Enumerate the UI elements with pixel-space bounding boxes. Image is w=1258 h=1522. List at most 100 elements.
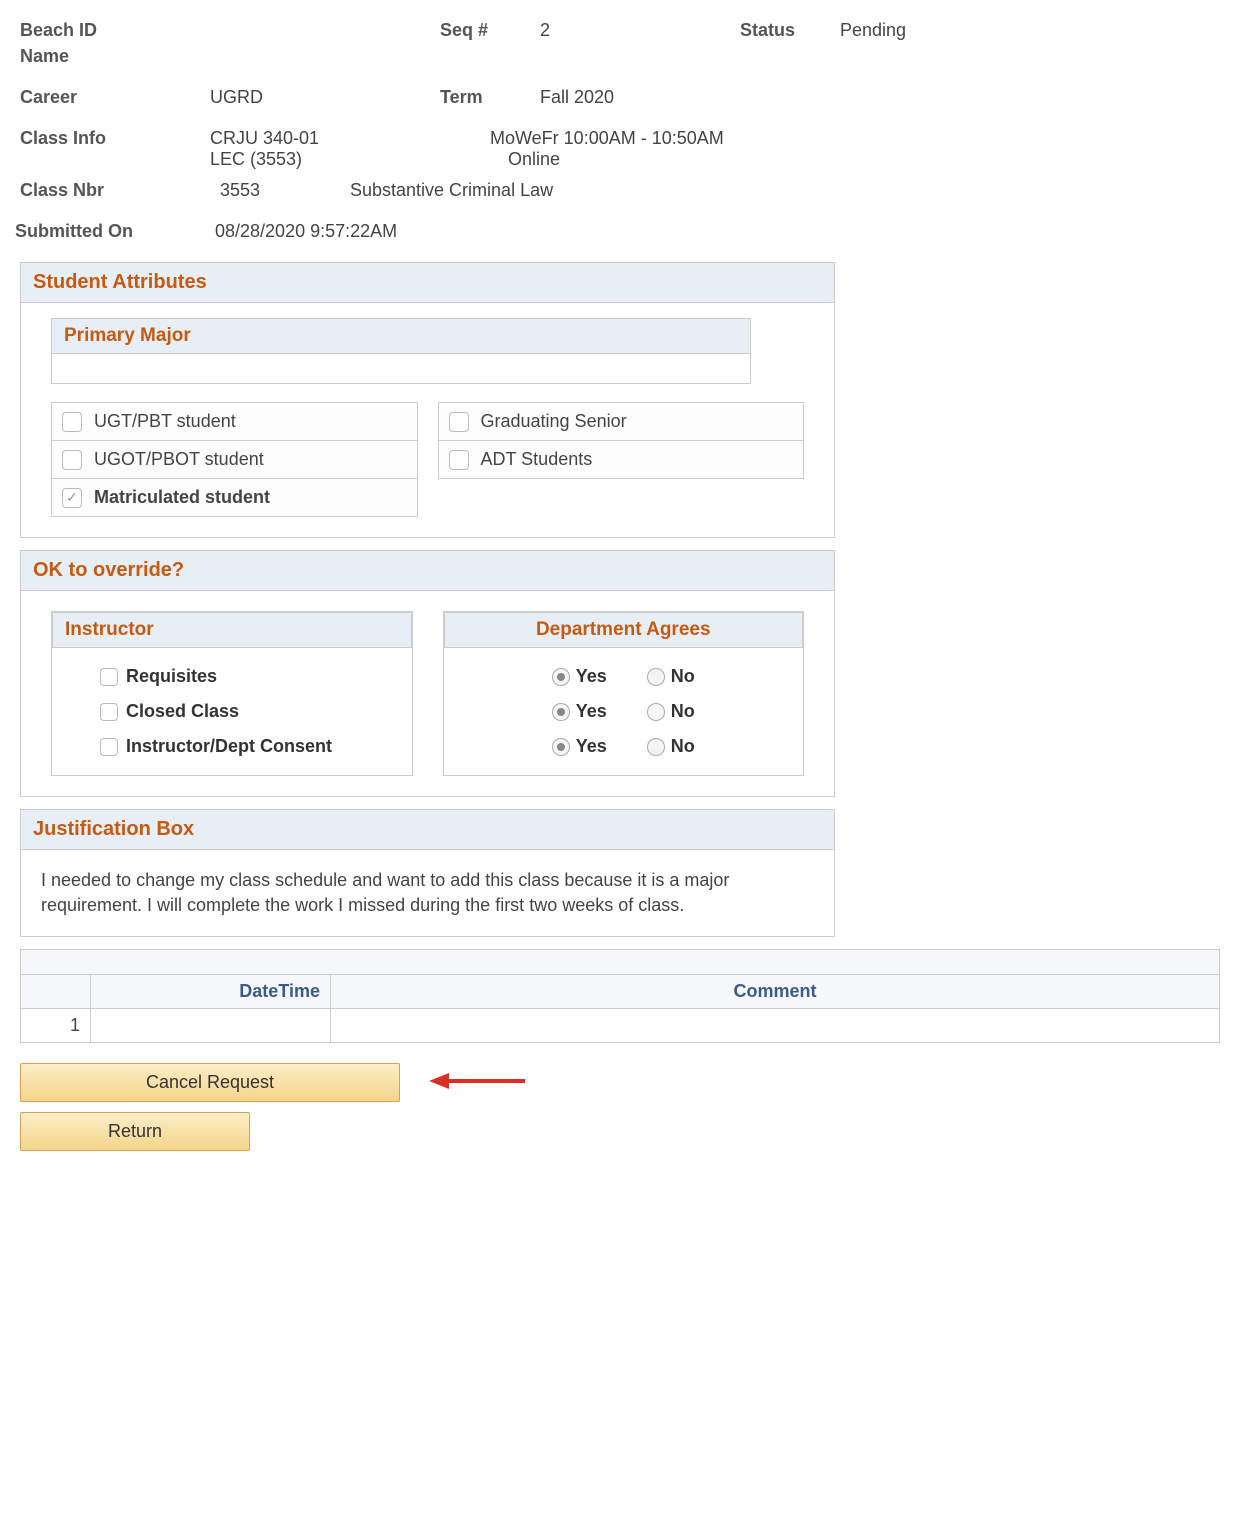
radio-yes-2[interactable] [552,738,570,756]
comments-cell-datetime-0 [91,1009,331,1042]
radio-yes-0[interactable] [552,668,570,686]
name-label: Name [20,46,210,67]
comments-header-row: DateTime Comment [21,975,1219,1009]
radio-no-label-1: No [671,701,695,722]
instr-row-consent: Instructor/Dept Consent [100,736,392,757]
student-attributes-section: Student Attributes Primary Major UGT/PBT… [20,262,835,538]
header-row-career: Career UGRD Term Fall 2020 [20,87,1238,108]
class-nbr-row: Class Nbr 3553 Substantive Criminal Law [20,180,1238,201]
submitted-label: Submitted On [15,221,215,242]
attr-label-2: Matriculated student [94,487,270,508]
button-row-cancel: Cancel Request [20,1063,1238,1112]
primary-major-value [51,354,751,384]
status-label: Status [740,20,840,41]
header-row-1: Beach ID Seq # 2 Status Pending [20,20,1238,41]
checkbox-requisites[interactable] [100,668,118,686]
checkbox-matriculated[interactable] [62,488,82,508]
radio-group-yes-2: Yes [552,736,607,757]
student-attributes-title: Student Attributes [21,263,834,303]
return-button[interactable]: Return [20,1112,250,1151]
radio-no-label-2: No [671,736,695,757]
instructor-label: Instructor [52,612,412,648]
class-info-value: CRJU 340-01 LEC (3553) [210,128,490,170]
attr-graduating-senior: Graduating Senior [438,402,805,441]
class-title: Substantive Criminal Law [350,180,750,201]
comments-table: DateTime Comment 1 [20,949,1220,1043]
cancel-request-button[interactable]: Cancel Request [20,1063,400,1102]
department-label: Department Agrees [444,612,804,648]
comments-header-comment: Comment [331,975,1219,1008]
radio-no-0[interactable] [647,668,665,686]
justification-text: I needed to change my class schedule and… [21,850,834,936]
class-nbr-label: Class Nbr [20,180,220,201]
dept-row-1: Yes No [464,701,784,722]
attr-adt-students: ADT Students [438,441,805,479]
comments-data-row-0: 1 [21,1009,1219,1042]
class-info-location: Online [508,149,890,170]
radio-group-no-0: No [647,666,695,687]
override-title: OK to override? [21,551,834,591]
radio-no-label-0: No [671,666,695,687]
attr-label-3: Graduating Senior [481,411,627,432]
class-nbr-value: 3553 [220,180,350,201]
checkbox-ugot-pbot[interactable] [62,450,82,470]
comments-cell-comment-0 [331,1009,1219,1042]
beach-id-value [210,20,440,41]
attribute-column-left: UGT/PBT student UGOT/PBOT student Matric… [51,402,418,517]
attr-label-0: UGT/PBT student [94,411,236,432]
radio-group-yes-0: Yes [552,666,607,687]
button-row-return: Return [20,1112,1238,1161]
primary-major-box: Primary Major [51,318,751,384]
checkbox-consent[interactable] [100,738,118,756]
class-info-label: Class Info [20,128,210,170]
comments-header-num [21,975,91,1008]
radio-group-yes-1: Yes [552,701,607,722]
attr-ugot-pbot: UGOT/PBOT student [51,441,418,479]
checkbox-adt-students[interactable] [449,450,469,470]
class-info-row: Class Info CRJU 340-01 LEC (3553) MoWeFr… [20,128,1238,170]
term-value: Fall 2020 [540,87,740,108]
radio-group-no-1: No [647,701,695,722]
radio-group-no-2: No [647,736,695,757]
arrow-annotation-icon [425,1069,535,1098]
class-info-line2: LEC (3553) [210,149,490,170]
class-info-sched: MoWeFr 10:00AM - 10:50AM Online [490,128,890,170]
instr-row-closed-class: Closed Class [100,701,392,722]
radio-no-2[interactable] [647,738,665,756]
checkbox-graduating-senior[interactable] [449,412,469,432]
attribute-columns: UGT/PBT student UGOT/PBOT student Matric… [51,402,804,517]
department-column: Department Agrees Yes No Yes [443,611,805,776]
instr-label-0: Requisites [126,666,217,687]
instr-row-requisites: Requisites [100,666,392,687]
primary-major-label: Primary Major [51,318,751,354]
instructor-column: Instructor Requisites Closed Class Instr… [51,611,413,776]
career-label: Career [20,87,210,108]
radio-yes-label-1: Yes [576,701,607,722]
attribute-column-right: Graduating Senior ADT Students [438,402,805,517]
name-value [210,46,440,67]
status-value: Pending [840,20,1040,41]
attr-label-1: UGOT/PBOT student [94,449,264,470]
submitted-value: 08/28/2020 9:57:22AM [215,221,615,242]
radio-yes-label-0: Yes [576,666,607,687]
justification-section: Justification Box I needed to change my … [20,809,835,937]
radio-yes-1[interactable] [552,703,570,721]
attr-label-4: ADT Students [481,449,593,470]
checkbox-closed-class[interactable] [100,703,118,721]
beach-id-label: Beach ID [20,20,210,41]
dept-row-0: Yes No [464,666,784,687]
override-section: OK to override? Instructor Requisites Cl… [20,550,835,797]
attr-ugt-pbt: UGT/PBT student [51,402,418,441]
class-info-schedule: MoWeFr 10:00AM - 10:50AM [490,128,890,149]
seq-value: 2 [540,20,740,41]
radio-yes-label-2: Yes [576,736,607,757]
radio-no-1[interactable] [647,703,665,721]
term-label: Term [440,87,540,108]
comments-blank-header [21,950,1219,975]
header-row-name: Name [20,46,1238,67]
career-value: UGRD [210,87,440,108]
instr-label-2: Instructor/Dept Consent [126,736,332,757]
checkbox-ugt-pbt[interactable] [62,412,82,432]
comments-cell-num-0: 1 [21,1009,91,1042]
dept-row-2: Yes No [464,736,784,757]
